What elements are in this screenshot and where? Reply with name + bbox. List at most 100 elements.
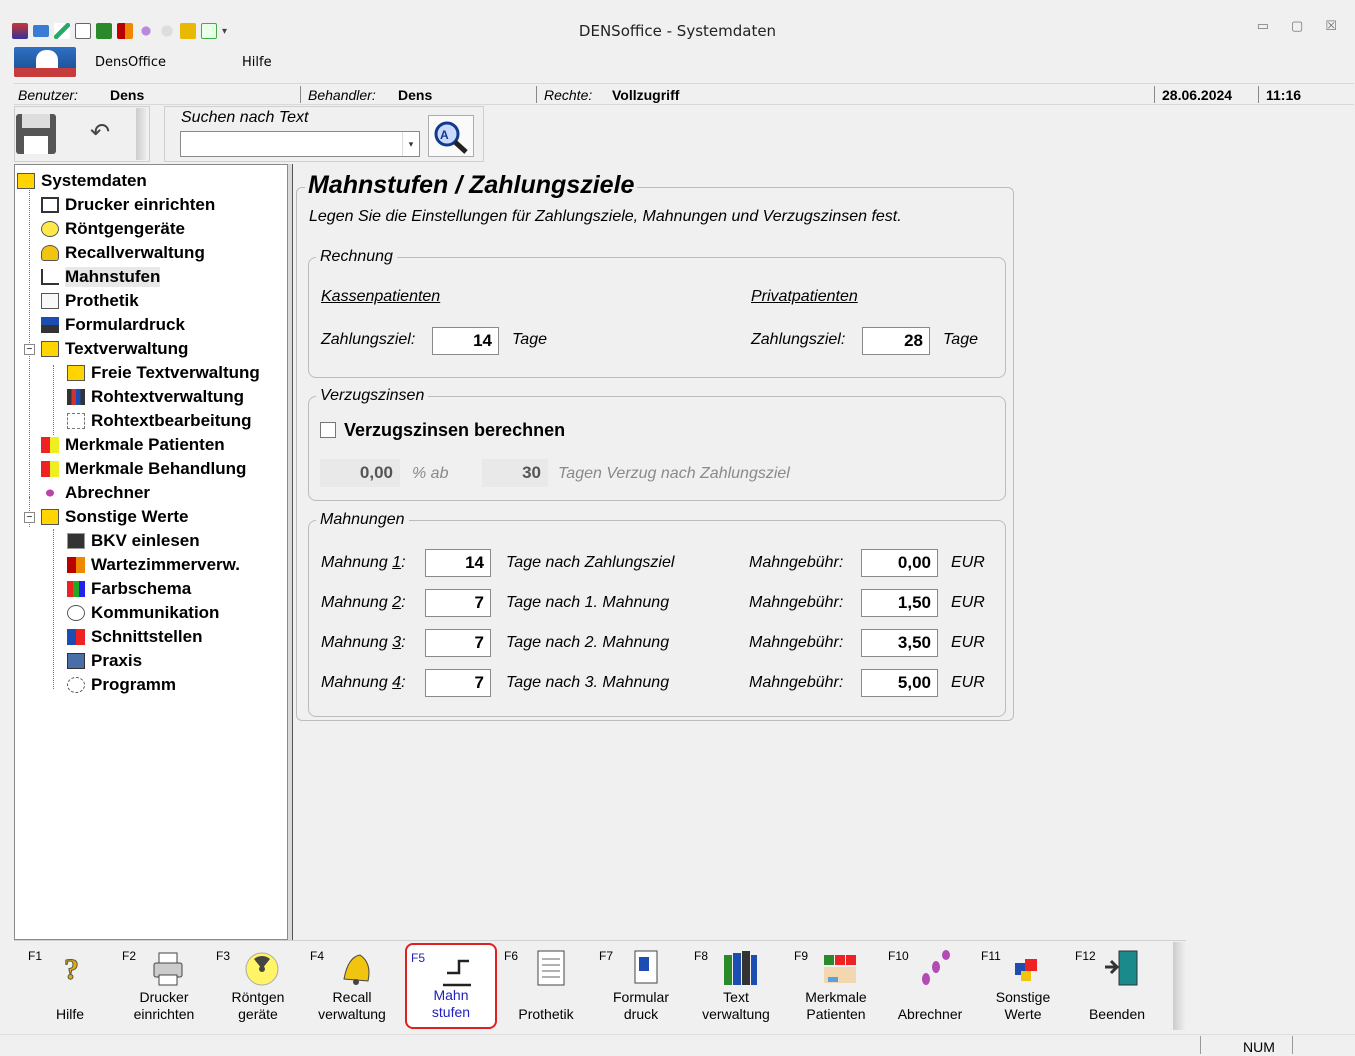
f4-recall-button[interactable]: F4 Recall verwaltung: [306, 943, 398, 1029]
interest-days-unit: Tagen Verzug nach Zahlungsziel: [558, 465, 790, 482]
reminder-4-fee-input[interactable]: 5,00: [861, 669, 938, 697]
late-interest-group: [308, 396, 1006, 501]
currency-label: EUR: [951, 594, 985, 611]
envelope-icon: [67, 365, 85, 381]
books-icon: [67, 389, 85, 405]
save-button[interactable]: [14, 112, 70, 156]
f11-other-values-button[interactable]: F11 Sonstige Werte: [977, 943, 1069, 1029]
reminder-1-label: Mahnung 1:: [321, 554, 406, 571]
undo-button[interactable]: ↶: [78, 116, 122, 152]
tree-item-abrechner[interactable]: Abrechner: [41, 482, 150, 504]
private-payment-term-input[interactable]: 28: [862, 327, 930, 355]
f7-form-print-button[interactable]: F7 Formular druck: [595, 943, 687, 1029]
user-label: Benutzer:: [18, 87, 78, 103]
svg-text:A: A: [440, 128, 449, 142]
function-bar-grip[interactable]: [1173, 942, 1185, 1030]
document-icon: [41, 293, 59, 309]
expander-textverwaltung[interactable]: −: [24, 344, 35, 355]
interest-days-input[interactable]: 30: [482, 459, 548, 487]
statutory-payment-term-input[interactable]: 14: [432, 327, 499, 355]
reminder-3-days-input[interactable]: 7: [425, 629, 491, 657]
f10-billing-button[interactable]: F10 Abrechner: [884, 943, 976, 1029]
bkv-icon: [67, 533, 85, 549]
tree-item-merkmale-patienten[interactable]: Merkmale Patienten: [41, 434, 225, 456]
folder-icon: [17, 173, 35, 189]
reminder-1-fee-label: Mahngebühr:: [749, 554, 844, 571]
f3-xray-button[interactable]: F3 Röntgen geräte: [212, 943, 304, 1029]
toolbar-grip[interactable]: [136, 108, 146, 160]
tree-item-drucker[interactable]: Drucker einrichten: [41, 194, 215, 216]
separator: [1154, 86, 1155, 103]
reminder-2-label: Mahnung 2:: [321, 594, 406, 611]
ribbon-tab-densoffice[interactable]: DensOffice: [95, 55, 166, 70]
tree-item-kommunikation[interactable]: Kommunikation: [67, 602, 219, 624]
color-scheme-icon: [67, 581, 85, 597]
interfaces-icon: [67, 629, 85, 645]
reminder-2-fee-input[interactable]: 1,50: [861, 589, 938, 617]
page-description: Legen Sie die Einstellungen für Zahlungs…: [309, 208, 902, 225]
search-label: Suchen nach Text: [181, 109, 309, 126]
rights-value: Vollzugriff: [612, 87, 680, 103]
reminder-2-days-input[interactable]: 7: [425, 589, 491, 617]
f6-prosthetics-button[interactable]: F6 Prothetik: [500, 943, 592, 1029]
reminder-1-after-label: Tage nach Zahlungsziel: [506, 554, 675, 571]
tree-item-schnittstellen[interactable]: Schnittstellen: [67, 626, 202, 648]
tree-root-systemdaten[interactable]: Systemdaten: [17, 170, 147, 192]
search-dropdown-icon[interactable]: ▾: [402, 132, 419, 156]
f1-help-button[interactable]: F1? Hilfe: [24, 943, 116, 1029]
features-icon: [824, 955, 856, 983]
reminder-3-fee-input[interactable]: 3,50: [861, 629, 938, 657]
gears-icon: [67, 677, 85, 693]
status-bar: [0, 1034, 1355, 1056]
separator: [300, 86, 301, 103]
tree-item-roentgen[interactable]: Röntgengeräte: [41, 218, 185, 240]
tree-item-rohtextverwaltung[interactable]: Rohtextverwaltung: [67, 386, 244, 408]
tree-item-prothetik[interactable]: Prothetik: [41, 290, 139, 312]
svg-text:?: ?: [64, 953, 79, 986]
reminder-1-days-input[interactable]: 14: [425, 549, 491, 577]
tree-item-freie-textverwaltung[interactable]: Freie Textverwaltung: [67, 362, 260, 384]
f12-exit-button[interactable]: F12 Beenden: [1071, 943, 1163, 1029]
footprints-icon: [41, 485, 59, 501]
interest-rate-input[interactable]: 0,00: [320, 459, 400, 487]
f5-reminder-levels-button[interactable]: F5 Mahn stufen: [405, 943, 497, 1029]
tree-item-textverwaltung[interactable]: Textverwaltung: [41, 338, 188, 360]
tree-item-mahnstufen[interactable]: Mahnstufen: [41, 266, 161, 288]
folder-icon: [41, 341, 59, 357]
search-button[interactable]: A: [428, 115, 474, 157]
currency-label: EUR: [951, 674, 985, 691]
currency-label: EUR: [951, 634, 985, 651]
expander-sonstige-werte[interactable]: −: [24, 512, 35, 523]
f8-text-management-button[interactable]: F8 Text verwaltung: [690, 943, 782, 1029]
search-input[interactable]: [180, 131, 420, 157]
tree-item-praxis[interactable]: Praxis: [67, 650, 142, 672]
f9-patient-features-button[interactable]: F9 Merkmale Patienten: [790, 943, 882, 1029]
reminder-4-days-input[interactable]: 7: [425, 669, 491, 697]
app-logo[interactable]: [14, 47, 76, 77]
tree-item-recall[interactable]: Recallverwaltung: [41, 242, 205, 264]
late-interest-checkbox-label[interactable]: Verzugszinsen berechnen: [344, 420, 565, 441]
close-icon[interactable]: ☒: [1325, 18, 1337, 34]
tree-item-programm[interactable]: Programm: [67, 674, 176, 696]
ribbon-tab-hilfe[interactable]: Hilfe: [242, 55, 272, 70]
page-title: Mahnstufen / Zahlungsziele: [305, 171, 638, 200]
reminder-1-fee-input[interactable]: 0,00: [861, 549, 938, 577]
tree-item-formulardruck[interactable]: Formulardruck: [41, 314, 185, 336]
tree-item-rohtextbearbeitung[interactable]: Rohtextbearbeitung: [67, 410, 252, 432]
tree-item-sonstige-werte[interactable]: Sonstige Werte: [41, 506, 188, 528]
tree-item-wartezimmer[interactable]: Wartezimmerverw.: [67, 554, 240, 576]
f2-printer-button[interactable]: F2 Drucker einrichten: [118, 943, 210, 1029]
reminder-3-label: Mahnung 3:: [321, 634, 406, 651]
printer-icon: [41, 197, 59, 213]
exit-door-icon: [1105, 950, 1138, 986]
late-interest-checkbox[interactable]: [320, 422, 336, 438]
date-display: 28.06.2024: [1162, 87, 1233, 103]
floppy-disk-icon: [16, 114, 56, 154]
minimize-icon[interactable]: ▭: [1257, 18, 1269, 34]
maximize-icon[interactable]: ▢: [1291, 18, 1303, 34]
tree-item-farbschema[interactable]: Farbschema: [67, 578, 191, 600]
days-unit-label: Tage: [943, 331, 978, 348]
bell-icon: [41, 245, 59, 261]
tree-item-merkmale-behandlung[interactable]: Merkmale Behandlung: [41, 458, 246, 480]
tree-item-bkv-einlesen[interactable]: BKV einlesen: [67, 530, 200, 552]
